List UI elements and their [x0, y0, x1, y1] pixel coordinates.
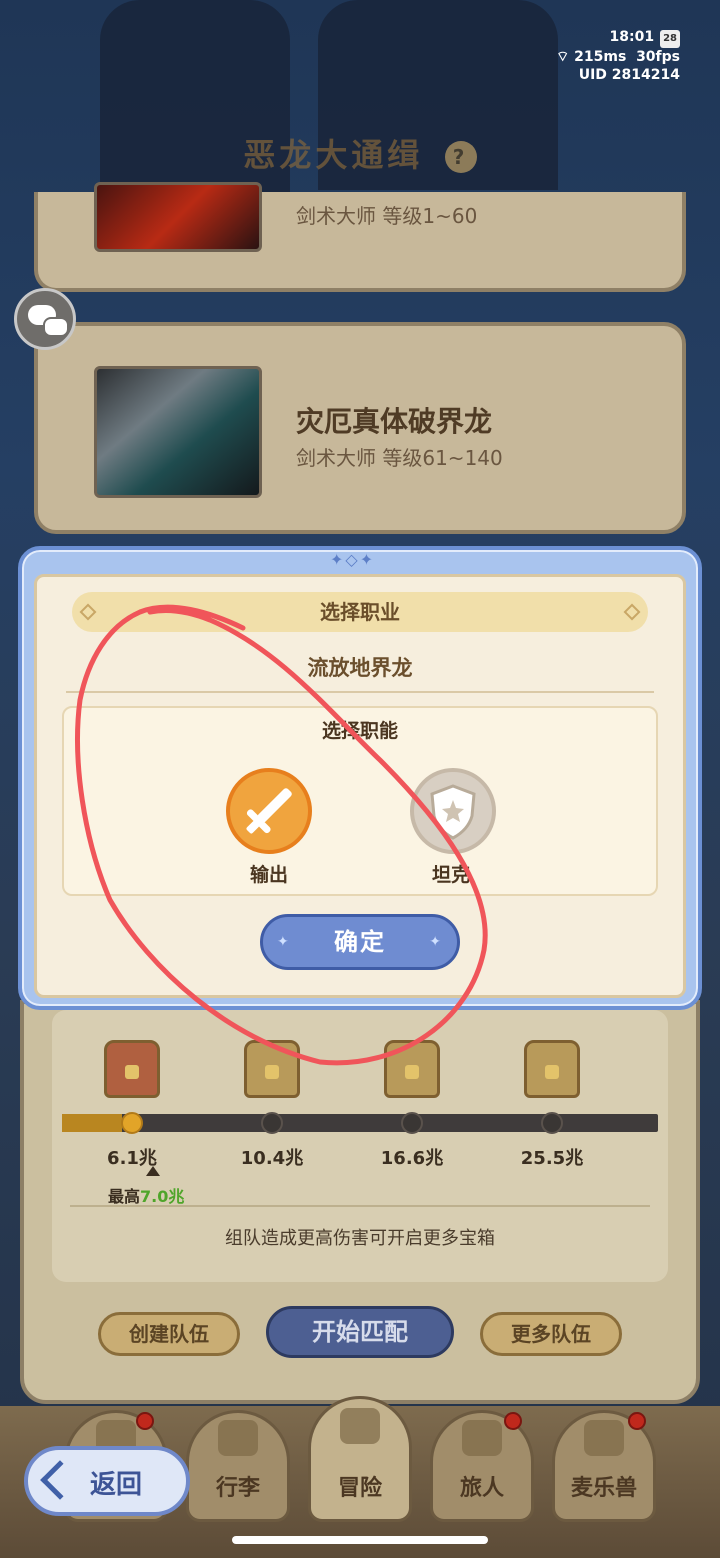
back-label: 返回	[90, 1470, 143, 1500]
help-icon[interactable]: ?	[444, 141, 477, 173]
role-option-dps[interactable]	[226, 768, 312, 854]
boss-thumbnail	[94, 366, 262, 498]
nav-label: 冒险	[337, 1476, 382, 1501]
uid: UID 2814214	[578, 67, 680, 83]
character-icon	[462, 1420, 502, 1456]
more-teams-button[interactable]: 更多队伍	[480, 1312, 622, 1356]
role-heading: 选择职能	[321, 720, 398, 742]
status-bar: 18:01 28 ⌔ 215ms 30fps UID 2814214	[556, 28, 680, 84]
back-button[interactable]: 返回	[24, 1446, 190, 1516]
chat-button[interactable]	[14, 288, 76, 350]
role-label-dps: 输出	[249, 864, 288, 886]
nav-label: 旅人	[459, 1476, 504, 1501]
back-arrow-icon	[40, 1460, 80, 1500]
milestone-label: 10.4兆	[240, 1148, 304, 1169]
reward-hint: 组队造成更高伤害可开启更多宝箱	[225, 1228, 495, 1249]
chest-icon[interactable]	[244, 1040, 300, 1098]
best-prefix: 最高	[108, 1187, 141, 1206]
best-marker-icon	[146, 1166, 160, 1176]
fps: 30fps	[636, 49, 680, 65]
boss-thumbnail	[94, 182, 262, 252]
boss-name: 灾厄真体破界龙	[296, 405, 493, 438]
backpack-icon	[218, 1420, 258, 1456]
milestone-label: 25.5兆	[520, 1148, 584, 1169]
dialog-title: 选择职业	[72, 592, 648, 632]
page-title: 恶龙大通缉	[243, 136, 424, 174]
role-option-tank[interactable]	[410, 768, 496, 854]
crossed-swords-icon	[340, 1408, 380, 1444]
wifi-icon: ⌔	[556, 49, 575, 65]
role-label-tank: 坦克	[431, 864, 470, 886]
dialog-ornament: ✦◇✦	[330, 550, 376, 569]
divider	[70, 1205, 650, 1207]
sword-icon	[246, 788, 292, 834]
milestone-label: 16.6兆	[380, 1148, 444, 1169]
boss-card[interactable]: 灾厄真体破界龙 剑术大师 等级61~140	[34, 322, 686, 534]
damage-progress-track	[62, 1114, 658, 1132]
clock: 18:01	[609, 29, 655, 45]
milestone-marker	[261, 1112, 283, 1134]
milestone-marker	[121, 1112, 143, 1134]
milestone-marker	[401, 1112, 423, 1134]
boss-level: 剑术大师 等级1~60	[296, 204, 478, 228]
nav-label: 麦乐兽	[570, 1476, 637, 1501]
boss-card[interactable]: 剑术大师 等级1~60	[34, 182, 686, 292]
chest-icon[interactable]	[524, 1040, 580, 1098]
damage-progress-fill	[62, 1114, 122, 1132]
notification-badge	[136, 1412, 154, 1430]
dialog-boss-name: 流放地界龙	[307, 656, 413, 680]
home-indicator[interactable]	[232, 1536, 488, 1544]
notification-badge	[504, 1412, 522, 1430]
ping: 215ms	[574, 49, 627, 65]
page-title-bar: 恶龙大通缉 ?	[0, 130, 720, 176]
start-match-button[interactable]: 开始匹配	[266, 1306, 454, 1358]
notification-badge	[628, 1412, 646, 1430]
divider	[66, 691, 654, 693]
boss-level: 剑术大师 等级61~140	[296, 446, 503, 470]
chest-icon[interactable]	[104, 1040, 160, 1098]
chest-icon[interactable]	[384, 1040, 440, 1098]
create-team-button[interactable]: 创建队伍	[98, 1312, 240, 1356]
nav-label: 行李	[215, 1476, 260, 1501]
milestone-marker	[541, 1112, 563, 1134]
pet-icon	[584, 1420, 624, 1456]
shield-icon	[430, 784, 476, 840]
milestone-label: 6.1兆	[107, 1148, 157, 1169]
best-value: 7.0兆	[140, 1187, 185, 1206]
battery-icon: 28	[660, 30, 680, 48]
confirm-button[interactable]: 确定	[260, 914, 460, 970]
best-damage: 最高7.0兆	[108, 1183, 184, 1207]
